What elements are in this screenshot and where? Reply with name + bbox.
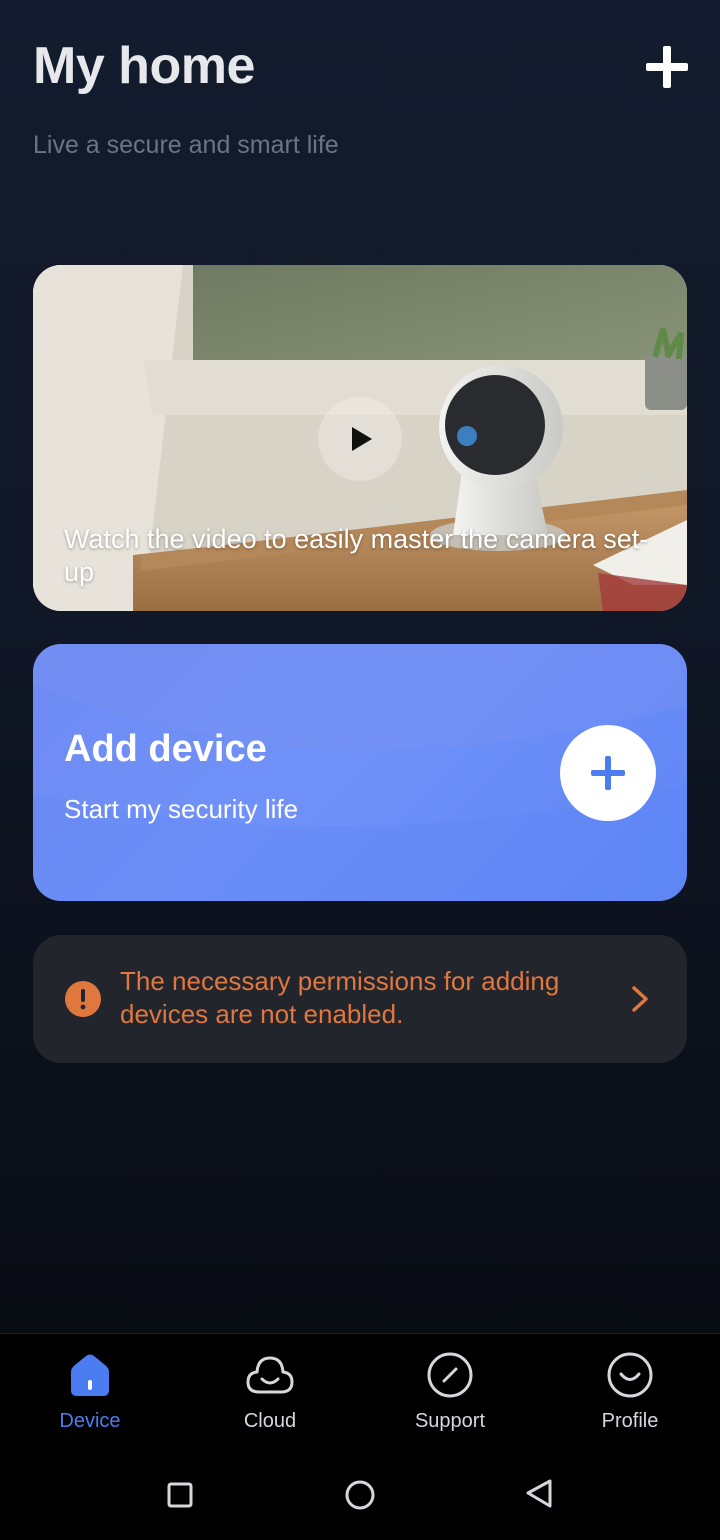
system-nav-bar: [0, 1453, 720, 1540]
plus-icon: [646, 46, 688, 88]
cloud-icon: [246, 1356, 294, 1394]
video-caption: Watch the video to easily master the cam…: [64, 524, 649, 587]
video-tutorial-card[interactable]: Watch the video to easily master the cam…: [33, 265, 687, 611]
nav-item-profile[interactable]: Profile: [560, 1350, 700, 1446]
chevron-right-icon: [632, 986, 648, 1012]
profile-icon: [607, 1352, 653, 1398]
nav-label-cloud: Cloud: [243, 1410, 297, 1432]
page-title: My home: [33, 37, 255, 95]
recents-button[interactable]: [158, 1473, 202, 1517]
add-device-button[interactable]: [560, 725, 656, 821]
square-icon: [167, 1482, 193, 1508]
bottom-nav: Device Cloud Support Profile: [0, 1333, 720, 1453]
nav-item-device[interactable]: Device: [20, 1350, 160, 1446]
nav-label-device: Device: [59, 1410, 121, 1432]
add-device-title: Add device: [64, 728, 267, 770]
back-triangle-icon: [526, 1479, 552, 1508]
home-icon: [71, 1354, 109, 1396]
back-button[interactable]: [518, 1473, 562, 1517]
nav-label-profile: Profile: [601, 1410, 659, 1432]
play-icon: [352, 427, 372, 451]
nav-item-cloud[interactable]: Cloud: [200, 1350, 340, 1446]
permission-warning-text: The necessary permissions for adding dev…: [120, 966, 560, 1029]
add-device-card[interactable]: Add device Start my security life: [33, 644, 687, 901]
support-icon: [427, 1352, 473, 1398]
home-button[interactable]: [338, 1473, 382, 1517]
circle-icon: [345, 1480, 375, 1510]
nav-item-support[interactable]: Support: [380, 1350, 520, 1446]
plus-icon: [591, 756, 625, 790]
play-button[interactable]: [318, 397, 402, 481]
page-subtitle: Live a secure and smart life: [33, 131, 339, 159]
permission-warning-banner[interactable]: The necessary permissions for adding dev…: [33, 935, 687, 1063]
warning-icon: [65, 981, 101, 1017]
add-device-subtitle: Start my security life: [64, 794, 299, 824]
header-add-button[interactable]: [640, 40, 694, 94]
nav-label-support: Support: [414, 1410, 486, 1432]
